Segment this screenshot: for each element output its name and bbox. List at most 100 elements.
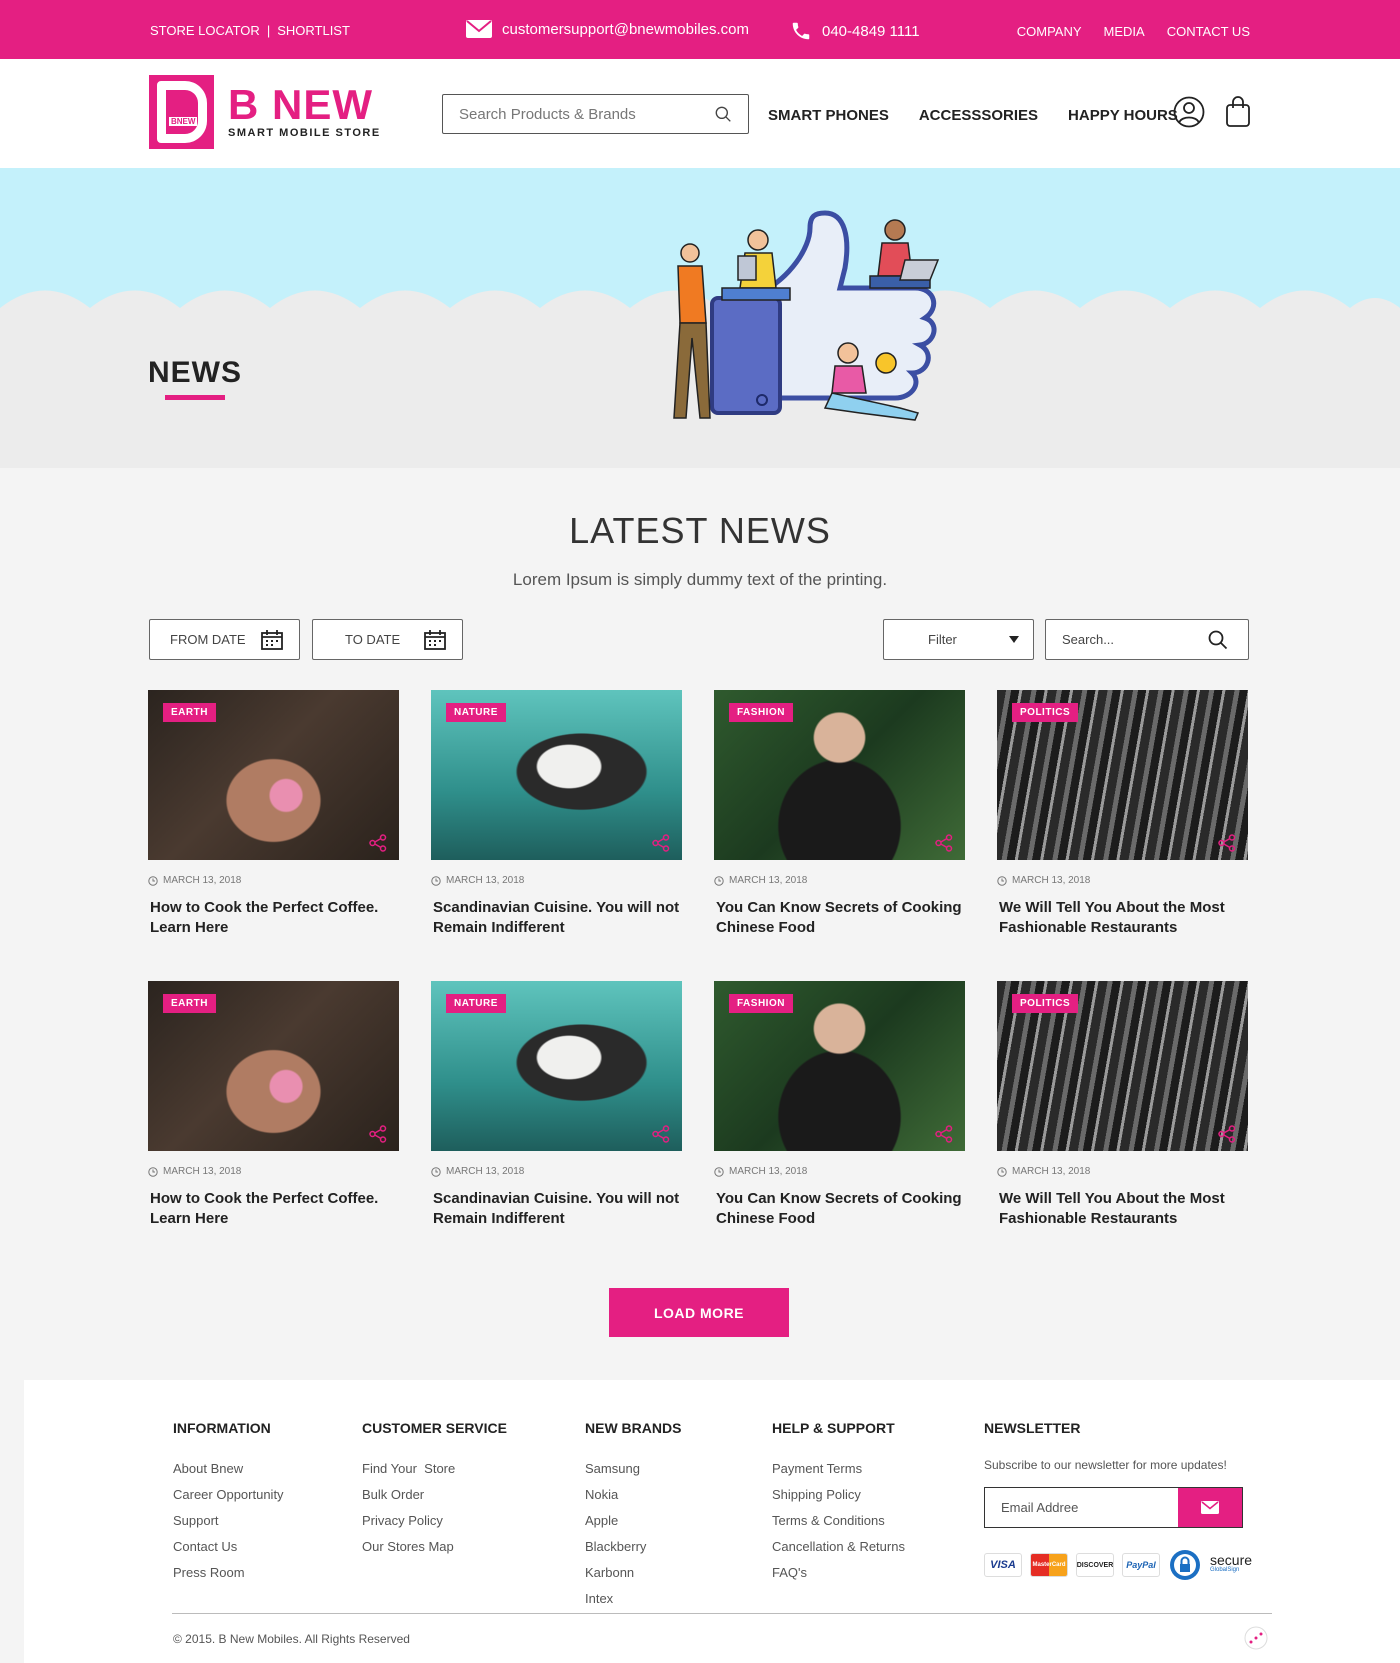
news-image-penguin[interactable]: NATURE — [431, 981, 682, 1151]
news-search-input[interactable]: Search... — [1045, 619, 1249, 660]
user-account-icon[interactable] — [1173, 96, 1205, 128]
share-icon[interactable] — [369, 1125, 387, 1143]
news-date: MARCH 13, 2018 — [997, 875, 1248, 886]
category-badge[interactable]: FASHION — [729, 703, 793, 722]
category-filter-select[interactable]: Filter — [883, 619, 1034, 660]
category-badge[interactable]: EARTH — [163, 994, 216, 1013]
newsletter-subscribe-button[interactable] — [1178, 1488, 1242, 1527]
news-image-fashion-woman[interactable]: FASHION — [714, 690, 965, 860]
social-thumbs-up-illustration — [673, 210, 940, 421]
news-card[interactable]: POLITICS MARCH 13, 2018 We Will Tell You… — [997, 981, 1248, 1229]
nav-smart-phones[interactable]: SMART PHONES — [768, 107, 889, 124]
footer-link[interactable]: Our Stores Map — [362, 1534, 507, 1560]
news-filters: FROM DATE TO DATE Filter Search... — [149, 619, 1249, 660]
to-date-picker[interactable]: TO DATE — [312, 619, 463, 660]
news-title[interactable]: We Will Tell You About the Most Fashiona… — [997, 1189, 1248, 1229]
news-card[interactable]: NATURE MARCH 13, 2018 Scandinavian Cuisi… — [431, 690, 682, 938]
share-icon[interactable] — [652, 834, 670, 852]
footer-link[interactable]: FAQ's — [772, 1560, 905, 1586]
footer-divider — [172, 1613, 1272, 1614]
news-image-penguin[interactable]: NATURE — [431, 690, 682, 860]
footer-link[interactable]: Blackberry — [585, 1534, 681, 1560]
footer-link[interactable]: Find Your Store — [362, 1456, 507, 1482]
share-icon[interactable] — [1218, 834, 1236, 852]
share-icon[interactable] — [652, 1125, 670, 1143]
news-title[interactable]: How to Cook the Perfect Coffee. Learn He… — [148, 1189, 399, 1229]
news-title[interactable]: How to Cook the Perfect Coffee. Learn He… — [148, 898, 399, 938]
from-date-picker[interactable]: FROM DATE — [149, 619, 300, 660]
footer-link[interactable]: Nokia — [585, 1482, 681, 1508]
news-card[interactable]: POLITICS MARCH 13, 2018 We Will Tell You… — [997, 690, 1248, 938]
brand-tagline: SMART MOBILE STORE — [228, 127, 381, 139]
latest-news-subtitle: Lorem Ipsum is simply dummy text of the … — [512, 570, 888, 589]
load-more-button[interactable]: LOAD MORE — [609, 1288, 789, 1337]
share-icon[interactable] — [1218, 1125, 1236, 1143]
main-header: BNEW B NEW SMART MOBILE STORE Search Pro… — [0, 59, 1400, 168]
footer-link[interactable]: Press Room — [173, 1560, 284, 1586]
news-title[interactable]: You Can Know Secrets of Cooking Chinese … — [714, 898, 965, 938]
news-image-riot-police[interactable]: POLITICS — [997, 981, 1248, 1151]
news-image-hands-flower[interactable]: EARTH — [148, 690, 399, 860]
store-locator-link[interactable]: STORE LOCATOR — [150, 23, 260, 38]
nav-accessories[interactable]: ACCESSSORIES — [919, 107, 1038, 124]
news-date: MARCH 13, 2018 — [148, 1166, 399, 1177]
news-image-riot-police[interactable]: POLITICS — [997, 690, 1248, 860]
scroll-to-top-icon[interactable] — [1244, 1626, 1268, 1650]
secure-shield-icon — [1170, 1550, 1200, 1580]
footer-link[interactable]: Bulk Order — [362, 1482, 507, 1508]
product-search-input[interactable]: Search Products & Brands — [442, 94, 749, 134]
news-image-hands-flower[interactable]: EARTH — [148, 981, 399, 1151]
footer-link[interactable]: Payment Terms — [772, 1456, 905, 1482]
news-image-fashion-woman[interactable]: FASHION — [714, 981, 965, 1151]
footer-link[interactable]: Intex — [585, 1586, 681, 1612]
news-card[interactable]: FASHION MARCH 13, 2018 You Can Know Secr… — [714, 690, 965, 938]
category-badge[interactable]: NATURE — [446, 994, 506, 1013]
news-title[interactable]: You Can Know Secrets of Cooking Chinese … — [714, 1189, 965, 1229]
clock-icon — [714, 875, 724, 886]
contact-us-link[interactable]: CONTACT US — [1167, 24, 1250, 39]
mail-icon — [1201, 1501, 1219, 1514]
news-title[interactable]: Scandinavian Cuisine. You will not Remai… — [431, 1189, 682, 1229]
nav-happy-hours[interactable]: HAPPY HOURS — [1068, 107, 1178, 124]
footer-link[interactable]: Support — [173, 1508, 284, 1534]
news-card[interactable]: EARTH MARCH 13, 2018 How to Cook the Per… — [148, 981, 399, 1229]
category-badge[interactable]: POLITICS — [1012, 703, 1079, 722]
news-card[interactable]: EARTH MARCH 13, 2018 How to Cook the Per… — [148, 690, 399, 938]
logo[interactable]: BNEW B NEW SMART MOBILE STORE — [149, 75, 381, 149]
category-badge[interactable]: FASHION — [729, 994, 793, 1013]
newsletter-email-input[interactable]: Email Addree — [985, 1488, 1178, 1527]
company-link[interactable]: COMPANY — [1017, 24, 1082, 39]
footer-link[interactable]: Samsung — [585, 1456, 681, 1482]
footer-information: INFORMATION About Bnew Career Opportunit… — [173, 1420, 284, 1586]
news-card[interactable]: NATURE MARCH 13, 2018 Scandinavian Cuisi… — [431, 981, 682, 1229]
footer-link[interactable]: Apple — [585, 1508, 681, 1534]
search-icon[interactable] — [1208, 630, 1228, 650]
category-badge[interactable]: EARTH — [163, 703, 216, 722]
news-search-placeholder: Search... — [1062, 632, 1115, 647]
footer: INFORMATION About Bnew Career Opportunit… — [24, 1380, 1400, 1663]
shortlist-link[interactable]: SHORTLIST — [277, 23, 350, 38]
support-phone[interactable]: 040-4849 1111 — [790, 20, 920, 42]
share-icon[interactable] — [935, 834, 953, 852]
footer-link[interactable]: Karbonn — [585, 1560, 681, 1586]
footer-link[interactable]: Contact Us — [173, 1534, 284, 1560]
product-search-placeholder: Search Products & Brands — [459, 105, 636, 123]
news-card[interactable]: FASHION MARCH 13, 2018 You Can Know Secr… — [714, 981, 965, 1229]
share-icon[interactable] — [935, 1125, 953, 1143]
footer-link[interactable]: About Bnew — [173, 1456, 284, 1482]
footer-customer-service: CUSTOMER SERVICE Find Your Store Bulk Or… — [362, 1420, 507, 1560]
footer-link[interactable]: Terms & Conditions — [772, 1508, 905, 1534]
news-title[interactable]: We Will Tell You About the Most Fashiona… — [997, 898, 1248, 938]
news-title[interactable]: Scandinavian Cuisine. You will not Remai… — [431, 898, 682, 938]
footer-link[interactable]: Cancellation & Returns — [772, 1534, 905, 1560]
footer-link[interactable]: Privacy Policy — [362, 1508, 507, 1534]
footer-link[interactable]: Shipping Policy — [772, 1482, 905, 1508]
media-link[interactable]: MEDIA — [1104, 24, 1145, 39]
shopping-bag-icon[interactable] — [1225, 96, 1251, 128]
search-icon[interactable] — [715, 106, 732, 123]
category-badge[interactable]: NATURE — [446, 703, 506, 722]
footer-link[interactable]: Career Opportunity — [173, 1482, 284, 1508]
share-icon[interactable] — [369, 834, 387, 852]
support-email[interactable]: customersupport@bnewmobiles.com — [466, 20, 749, 38]
category-badge[interactable]: POLITICS — [1012, 994, 1079, 1013]
